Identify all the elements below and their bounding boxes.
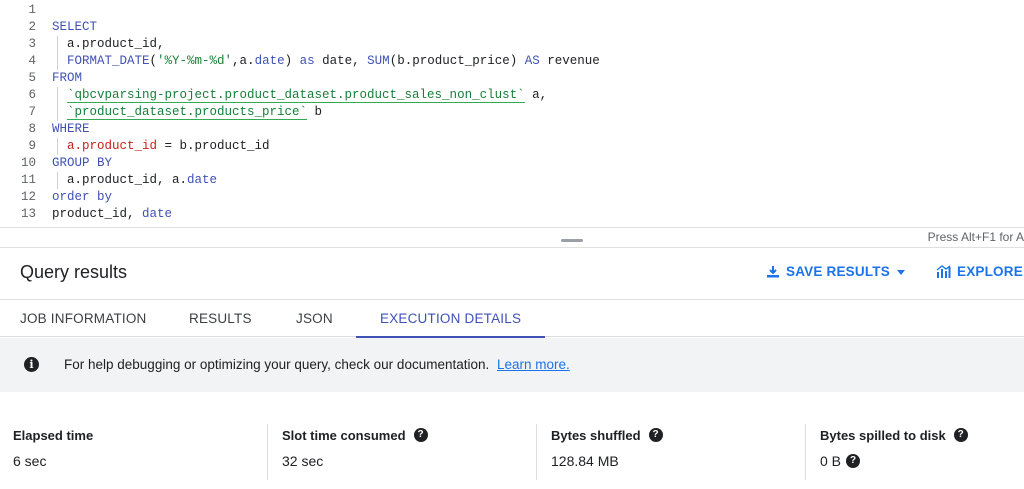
stat-divider: [536, 424, 537, 480]
help-icon[interactable]: ?: [846, 454, 861, 468]
indent-guide: [57, 138, 58, 155]
learn-more-link[interactable]: Learn more.: [497, 357, 570, 372]
tab-execution-details[interactable]: EXECUTION DETAILS: [355, 300, 546, 338]
info-icon: i: [24, 357, 39, 372]
explore-data-button[interactable]: EXPLORE D: [936, 264, 1024, 279]
info-banner: i For help debugging or optimizing your …: [0, 338, 1024, 392]
chart-icon: [936, 264, 951, 279]
save-results-button[interactable]: SAVE RESULTS: [766, 264, 906, 279]
stat-divider: [805, 424, 806, 480]
indent-guide: [57, 172, 58, 189]
line-number: 2: [28, 20, 36, 34]
code-line: FROM: [52, 71, 83, 85]
code-line: a.product_id,: [67, 37, 165, 51]
tab-json[interactable]: JSON: [296, 300, 333, 337]
stat-value: 6 sec: [13, 453, 47, 469]
stat-label: Elapsed time: [13, 427, 94, 443]
indent-guide: [57, 87, 58, 121]
results-tabs: JOB INFORMATION RESULTS JSON EXECUTION D…: [0, 299, 1024, 338]
results-title: Query results: [20, 262, 128, 282]
save-results-label: SAVE RESULTS: [786, 264, 890, 279]
help-icon[interactable]: ?: [413, 428, 428, 442]
line-number: 1: [28, 3, 36, 17]
line-number: 11: [20, 173, 36, 187]
line-number: 12: [20, 190, 36, 204]
code-line: `qbcvparsing-project.product_dataset.pro…: [67, 88, 548, 103]
stat-value: 128.84 MB: [551, 453, 619, 469]
line-number: 5: [28, 71, 36, 85]
line-number: 13: [20, 207, 36, 221]
caret-down-icon: [896, 267, 906, 277]
stat-slot-time: Slot time consumed? 32 sec: [282, 424, 428, 480]
indent-guide: [57, 36, 58, 70]
stat-bytes-shuffled: Bytes shuffled? 128.84 MB: [551, 424, 663, 480]
code-line: WHERE: [52, 122, 90, 136]
code-line: SELECT: [52, 20, 98, 34]
tab-job-information[interactable]: JOB INFORMATION: [20, 300, 147, 337]
help-icon[interactable]: ?: [953, 428, 968, 442]
query-results-header: Query results SAVE RESULTS EXPLORE D: [0, 247, 1024, 299]
code-line: FORMAT_DATE('%Y-%m-%d',a.date) as date, …: [67, 54, 600, 68]
stat-label: Bytes spilled to disk?: [820, 424, 968, 446]
code-line: `product_dataset.products_price` b: [67, 105, 323, 120]
stat-bytes-spilled: Bytes spilled to disk? 0 B?: [820, 424, 968, 480]
banner-text: For help debugging or optimizing your qu…: [64, 357, 490, 372]
download-icon: [766, 265, 780, 279]
line-number: 9: [28, 139, 36, 153]
accessibility-hint: Press Alt+F1 for A: [927, 230, 1024, 244]
stat-value: 0 B?: [820, 453, 968, 469]
tab-results[interactable]: RESULTS: [189, 300, 252, 337]
line-number: 7: [28, 105, 36, 119]
help-icon[interactable]: ?: [648, 428, 663, 442]
code-line: product_id, date: [52, 207, 173, 221]
stat-label: Bytes shuffled?: [551, 424, 663, 446]
code-line: order by: [52, 190, 113, 204]
code-line: a.product_id, a.date: [67, 173, 218, 187]
line-number: 3: [28, 37, 36, 51]
line-number: 4: [28, 54, 36, 68]
line-number: 8: [28, 122, 36, 136]
line-number: 6: [28, 88, 36, 102]
editor-resize-handle[interactable]: [561, 239, 583, 242]
code-line: a.product_id = b.product_id: [67, 139, 270, 153]
stat-divider: [267, 424, 268, 480]
sql-editor[interactable]: 1 2 3 4 5 6 7 8 9 10 11 12 13 SELECT a.p…: [0, 0, 1024, 228]
stat-label: Slot time consumed?: [282, 424, 428, 446]
stat-elapsed-time: Elapsed time 6 sec: [13, 424, 93, 480]
code-line: GROUP BY: [52, 156, 113, 170]
stat-value: 32 sec: [282, 453, 324, 469]
explore-data-label: EXPLORE D: [957, 264, 1024, 279]
line-number: 10: [20, 156, 36, 170]
banner-message: For help debugging or optimizing your qu…: [64, 357, 570, 372]
